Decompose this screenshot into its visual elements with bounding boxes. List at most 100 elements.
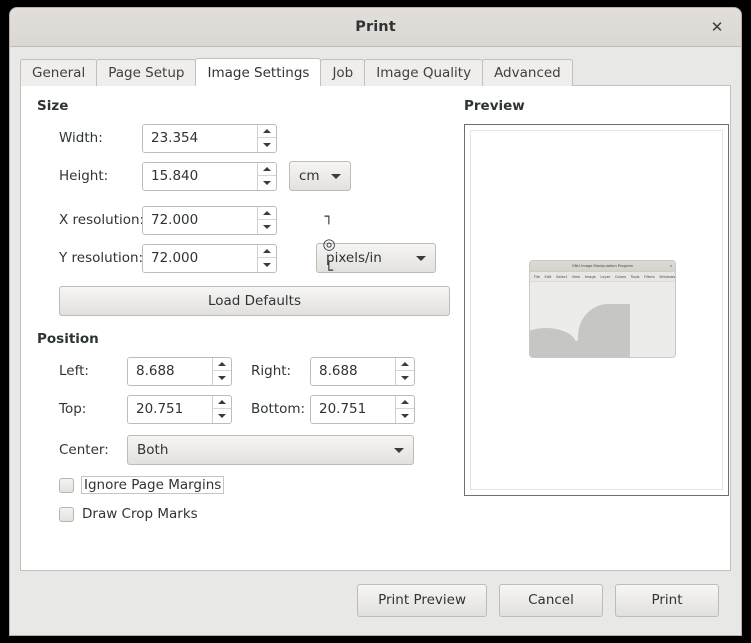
x-resolution-label: X resolution:	[37, 212, 142, 228]
chain-link-icon[interactable]: ┐ ◎ └	[318, 210, 340, 278]
top-input[interactable]: 20.751	[128, 396, 212, 423]
chevron-down-icon	[416, 256, 426, 261]
bottom-decrement-button[interactable]	[396, 409, 414, 423]
tab-image-settings[interactable]: Image Settings	[195, 58, 321, 86]
top-spinner-buttons[interactable]	[212, 396, 231, 423]
right-spinner[interactable]: 8.688	[310, 357, 415, 386]
height-increment-button[interactable]	[258, 163, 276, 177]
left-decrement-button[interactable]	[213, 371, 231, 385]
width-input[interactable]: 23.354	[143, 125, 257, 152]
print-button[interactable]: Print	[615, 584, 719, 617]
y-resolution-increment-button[interactable]	[258, 245, 276, 259]
triangle-up-icon	[263, 129, 271, 133]
triangle-up-icon	[263, 167, 271, 171]
triangle-up-icon	[401, 362, 409, 366]
triangle-down-icon	[263, 143, 271, 147]
tab-advanced[interactable]: Advanced	[482, 59, 573, 86]
right-input[interactable]: 8.688	[311, 358, 395, 385]
thumbnail-menu-tools: Tools	[631, 275, 640, 279]
center-combo[interactable]: Both	[127, 435, 414, 465]
bottom-increment-button[interactable]	[396, 396, 414, 410]
tab-page-image-settings: Size Width: 23.354	[20, 85, 731, 571]
left-input[interactable]: 8.688	[128, 358, 212, 385]
tab-general[interactable]: General	[20, 59, 97, 86]
right-spinner-buttons[interactable]	[395, 358, 414, 385]
chain-middle-link: ◎	[322, 237, 335, 252]
x-resolution-increment-button[interactable]	[258, 207, 276, 221]
top-label: Top:	[37, 401, 127, 417]
draw-crop-marks-checkbox[interactable]	[59, 507, 74, 522]
triangle-down-icon	[263, 181, 271, 185]
thumbnail-menu-windows: Windows	[659, 275, 675, 279]
right-decrement-button[interactable]	[396, 371, 414, 385]
left-spinner[interactable]: 8.688	[127, 357, 232, 386]
triangle-up-icon	[218, 400, 226, 404]
y-resolution-row: Y resolution: 72.000 pixels/in	[37, 244, 449, 272]
top-increment-button[interactable]	[213, 396, 231, 410]
top-bottom-row: Top: 20.751 Bottom: 20.751	[37, 395, 449, 423]
thumbnail-menu-view: View	[572, 275, 581, 279]
tab-job[interactable]: Job	[320, 59, 365, 86]
width-label: Width:	[37, 130, 142, 146]
size-unit-combo[interactable]: cm	[289, 161, 351, 191]
y-resolution-spinner[interactable]: 72.000	[142, 244, 277, 273]
close-icon[interactable]: ✕	[704, 14, 730, 40]
tab-image-quality[interactable]: Image Quality	[364, 59, 483, 86]
height-decrement-button[interactable]	[258, 176, 276, 190]
ignore-page-margins-checkbox[interactable]	[59, 478, 74, 493]
left-label: Left:	[37, 363, 127, 379]
width-spinner-buttons[interactable]	[257, 125, 276, 152]
size-section-title: Size	[37, 98, 449, 114]
thumbnail-titlebar: GNU Image Manipulation Program x	[530, 261, 675, 272]
right-label: Right:	[232, 363, 310, 379]
left-right-row: Left: 8.688 Right: 8.688	[37, 357, 449, 385]
left-increment-button[interactable]	[213, 358, 231, 372]
tab-bar: General Page Setup Image Settings Job Im…	[20, 58, 731, 86]
left-spinner-buttons[interactable]	[212, 358, 231, 385]
top-decrement-button[interactable]	[213, 409, 231, 423]
top-spinner[interactable]: 20.751	[127, 395, 232, 424]
print-preview-button[interactable]: Print Preview	[357, 584, 487, 617]
preview-page[interactable]: GNU Image Manipulation Program x File Ed…	[470, 130, 723, 490]
ignore-page-margins-label: Ignore Page Margins	[82, 477, 223, 493]
y-resolution-decrement-button[interactable]	[258, 258, 276, 272]
preview-title: Preview	[464, 98, 729, 114]
x-resolution-input[interactable]: 72.000	[143, 207, 257, 234]
bottom-spinner-buttons[interactable]	[395, 396, 414, 423]
height-spinner-buttons[interactable]	[257, 163, 276, 190]
width-spinner[interactable]: 23.354	[142, 124, 277, 153]
triangle-down-icon	[218, 414, 226, 418]
dialog-action-bar: Print Preview Cancel Print	[10, 571, 741, 635]
x-resolution-decrement-button[interactable]	[258, 220, 276, 234]
x-resolution-spinner-buttons[interactable]	[257, 207, 276, 234]
triangle-up-icon	[263, 211, 271, 215]
width-increment-button[interactable]	[258, 125, 276, 139]
height-spinner[interactable]: 15.840	[142, 162, 277, 191]
bottom-input[interactable]: 20.751	[311, 396, 395, 423]
dialog-titlebar: Print ✕	[10, 8, 741, 47]
x-resolution-spinner[interactable]: 72.000	[142, 206, 277, 235]
chevron-down-icon	[394, 448, 404, 453]
triangle-up-icon	[401, 400, 409, 404]
triangle-down-icon	[263, 263, 271, 267]
center-label: Center:	[37, 442, 127, 458]
width-decrement-button[interactable]	[258, 138, 276, 152]
tab-page-setup[interactable]: Page Setup	[96, 59, 196, 86]
preview-column: Preview GNU Image Manipulation Program x…	[449, 98, 729, 560]
thumbnail-close-icon: x	[670, 264, 672, 268]
bottom-spinner[interactable]: 20.751	[310, 395, 415, 424]
thumbnail-menu-image: Image	[585, 275, 596, 279]
size-unit-value: cm	[299, 168, 321, 184]
draw-crop-marks-checkbox-row[interactable]: Draw Crop Marks	[37, 506, 449, 522]
y-resolution-spinner-buttons[interactable]	[257, 245, 276, 272]
chain-top-bracket: ┐	[325, 210, 333, 224]
preview-frame[interactable]: GNU Image Manipulation Program x File Ed…	[464, 124, 729, 496]
height-input[interactable]: 15.840	[143, 163, 257, 190]
cancel-button[interactable]: Cancel	[499, 584, 603, 617]
triangle-down-icon	[263, 225, 271, 229]
right-increment-button[interactable]	[396, 358, 414, 372]
load-defaults-button[interactable]: Load Defaults	[59, 286, 450, 316]
y-resolution-input[interactable]: 72.000	[143, 245, 257, 272]
ignore-page-margins-checkbox-row[interactable]: Ignore Page Margins	[37, 477, 449, 493]
thumbnail-window-title: GNU Image Manipulation Program	[572, 264, 633, 268]
